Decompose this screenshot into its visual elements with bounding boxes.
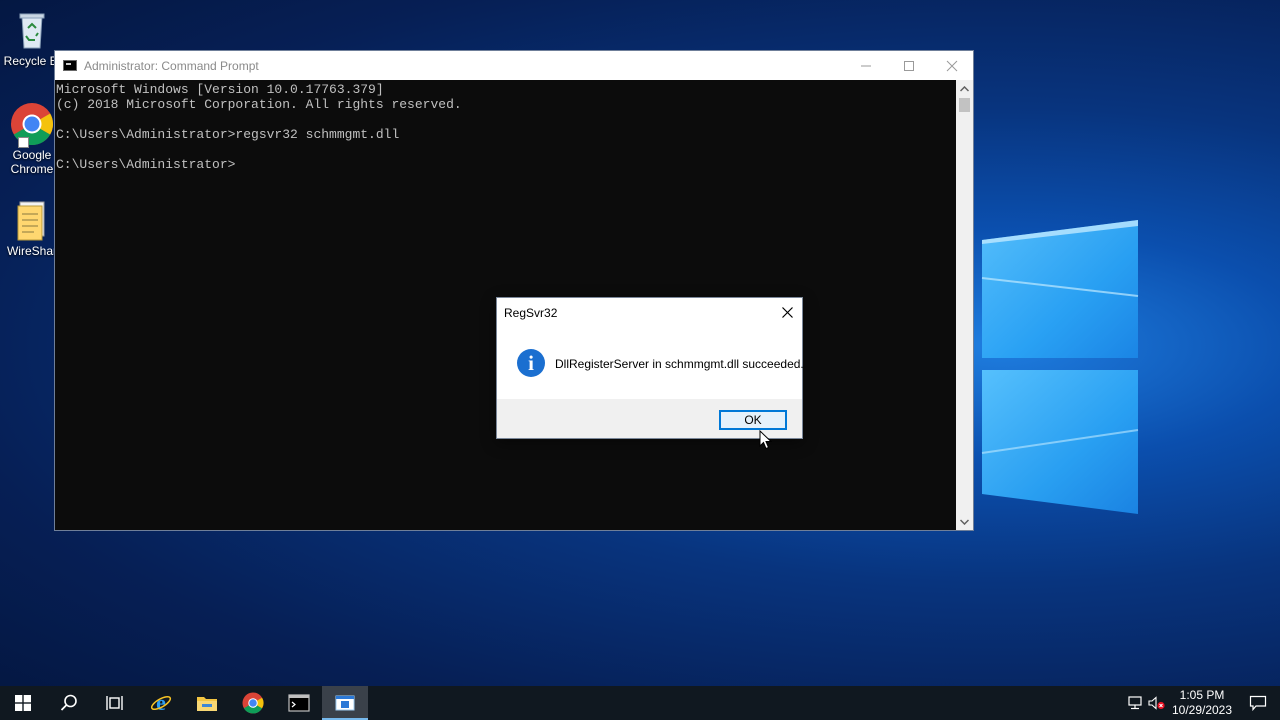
desktop-icon-wireshark[interactable]: WireShar <box>2 198 62 258</box>
desktop: Recycle Bi Google Chrome WireShar Admini… <box>0 0 1280 686</box>
scrollbar-thumb[interactable] <box>959 98 970 112</box>
svg-text:e: e <box>156 692 166 714</box>
taskbar-chrome[interactable] <box>230 686 276 720</box>
desktop-icon-label: WireShar <box>6 244 57 258</box>
command-prompt-icon <box>288 694 310 712</box>
console-line: Microsoft Windows [Version 10.0.17763.37… <box>56 82 384 97</box>
taskbar: e 1:05 PM 10/29/2023 <box>0 686 1280 720</box>
desktop-icon-label: Google Chrome <box>10 148 54 176</box>
task-view-button[interactable] <box>92 686 138 720</box>
chrome-icon <box>10 102 54 148</box>
console-line: (c) 2018 Microsoft Corporation. All righ… <box>56 97 462 112</box>
shortcut-arrow-icon <box>18 137 29 148</box>
start-button[interactable] <box>0 686 46 720</box>
action-center-button[interactable] <box>1236 686 1280 720</box>
windows-logo-wallpaper <box>981 220 1139 514</box>
window-title: Administrator: Command Prompt <box>84 58 259 73</box>
notification-icon <box>1249 695 1267 711</box>
taskbar-regsvr32[interactable] <box>322 686 368 720</box>
mouse-cursor-icon <box>759 430 773 450</box>
close-button[interactable] <box>930 51 973 80</box>
close-icon <box>781 306 793 318</box>
dialog-title: RegSvr32 <box>504 306 558 320</box>
vertical-scrollbar[interactable] <box>956 80 973 530</box>
taskbar-file-explorer[interactable] <box>184 686 230 720</box>
clock[interactable]: 1:05 PM 10/29/2023 <box>1168 688 1236 718</box>
maximize-button[interactable] <box>887 51 930 80</box>
system-tray: 1:05 PM 10/29/2023 <box>1124 686 1280 720</box>
internet-explorer-icon: e <box>150 692 172 714</box>
clock-time: 1:05 PM <box>1179 688 1225 702</box>
desktop-icon-recycle-bin[interactable]: Recycle Bi <box>2 8 62 68</box>
search-button[interactable] <box>46 686 92 720</box>
scroll-up-icon[interactable] <box>956 80 973 97</box>
wireshark-icon <box>10 198 54 242</box>
info-icon: i <box>517 349 545 377</box>
recycle-bin-icon <box>10 8 54 52</box>
start-icon <box>15 695 31 711</box>
dialog-message: DllRegisterServer in schmmgmt.dll succee… <box>555 357 804 371</box>
volume-muted-icon[interactable] <box>1146 686 1168 720</box>
desktop-icon-google-chrome[interactable]: Google Chrome <box>2 102 62 176</box>
file-explorer-icon <box>197 697 217 711</box>
command-prompt-icon <box>63 60 77 71</box>
regsvr32-dialog[interactable]: RegSvr32 i DllRegisterServer in schmmgmt… <box>496 297 804 439</box>
dialog-close-button[interactable] <box>778 303 796 321</box>
search-icon <box>60 694 77 711</box>
console-line: C:\Users\Administrator>regsvr32 schmmgmt… <box>56 127 400 142</box>
chrome-icon <box>242 692 264 714</box>
clock-date: 10/29/2023 <box>1171 703 1233 717</box>
network-icon[interactable] <box>1124 686 1146 720</box>
command-prompt-window[interactable]: Administrator: Command Prompt Microsoft … <box>54 50 974 531</box>
taskbar-internet-explorer[interactable]: e <box>138 686 184 720</box>
scroll-down-icon[interactable] <box>956 513 973 530</box>
console-line: C:\Users\Administrator> <box>56 157 236 172</box>
regsvr32-icon <box>335 695 355 711</box>
minimize-button[interactable] <box>844 51 887 80</box>
task-view-icon <box>106 696 123 710</box>
desktop-icon-label: Recycle Bi <box>3 54 61 68</box>
window-titlebar[interactable]: Administrator: Command Prompt <box>55 51 973 80</box>
dialog-footer: OK <box>497 399 802 438</box>
taskbar-command-prompt[interactable] <box>276 686 322 720</box>
close-icon <box>946 60 957 71</box>
ok-button[interactable]: OK <box>719 410 787 430</box>
